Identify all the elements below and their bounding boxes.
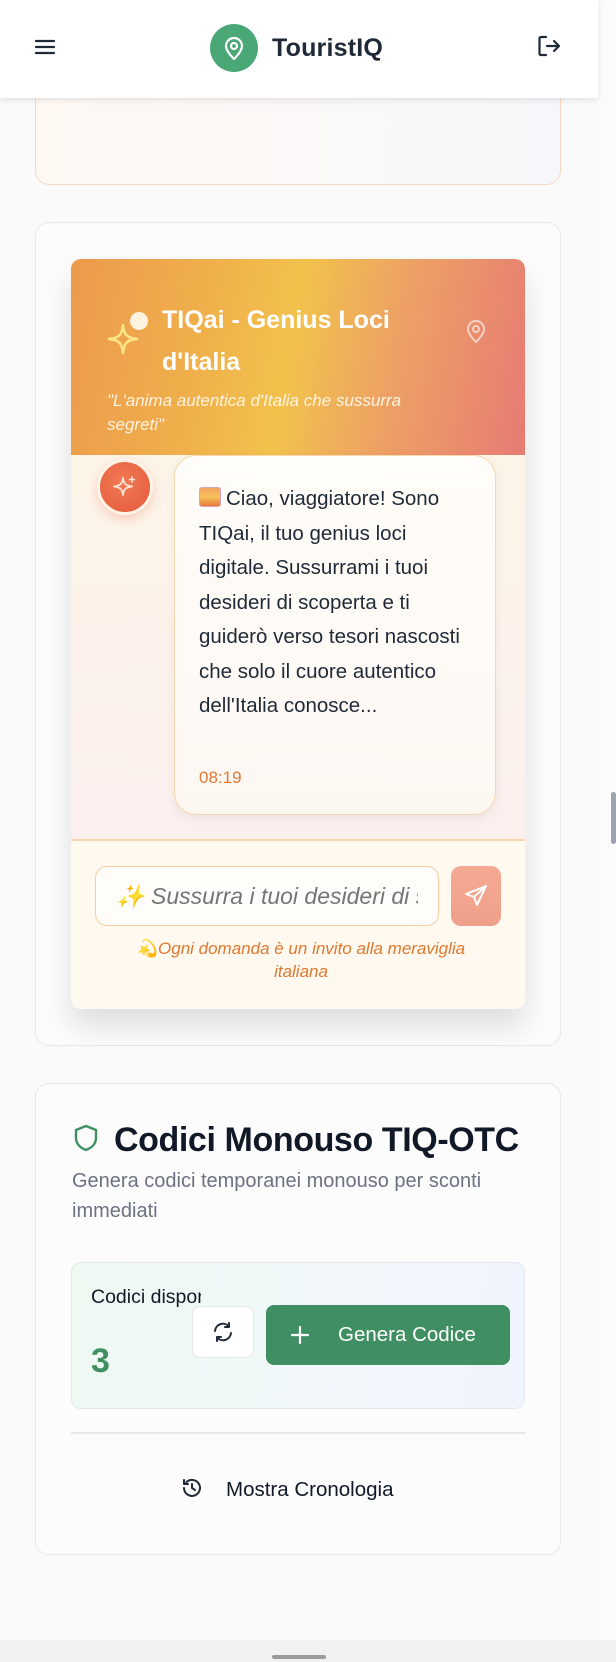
sparkles-icon bbox=[113, 476, 136, 496]
brand[interactable]: TouristIQ bbox=[210, 24, 383, 72]
available-codes-count: 3 bbox=[91, 1342, 110, 1380]
chat-body[interactable]: Ciao, viaggiatore! Sono TIQai, il tuo ge… bbox=[71, 455, 525, 839]
message-time: 08:19 bbox=[199, 768, 242, 787]
send-button[interactable] bbox=[451, 866, 501, 926]
app-header: TouristIQ bbox=[0, 0, 598, 98]
show-history-button[interactable]: Mostra Cronologia bbox=[180, 1470, 394, 1510]
map-pin-icon bbox=[464, 317, 490, 347]
message-content: Ciao, viaggiatore! Sono TIQai, il tuo ge… bbox=[199, 487, 460, 717]
tiqai-widget: TIQai - Genius Loci d'Italia "L'anima au… bbox=[71, 259, 525, 1009]
available-codes-label: Codici disponibili bbox=[91, 1286, 201, 1308]
sunrise-emoji bbox=[199, 487, 221, 507]
map-pin-icon bbox=[210, 24, 258, 72]
refresh-icon bbox=[214, 1322, 232, 1342]
otc-header: Codici Monouso TIQ-OTC bbox=[72, 1116, 519, 1164]
hamburger-menu-icon[interactable] bbox=[30, 32, 60, 62]
chat-hint: 💫Ogni domanda è un invito alla meravigli… bbox=[136, 939, 466, 981]
logout-icon[interactable] bbox=[535, 31, 565, 61]
shield-icon bbox=[72, 1123, 100, 1158]
home-indicator[interactable] bbox=[272, 1655, 326, 1659]
divider bbox=[71, 1432, 525, 1434]
bot-message: Ciao, viaggiatore! Sono TIQai, il tuo ge… bbox=[174, 455, 496, 815]
show-history-label: Mostra Cronologia bbox=[226, 1478, 394, 1501]
scrollbar-thumb[interactable] bbox=[611, 792, 616, 844]
message-text: Ciao, viaggiatore! Sono TIQai, il tuo ge… bbox=[199, 482, 481, 724]
tiqai-header: TIQai - Genius Loci d'Italia "L'anima au… bbox=[71, 259, 525, 455]
otc-description: Genera codici temporanei monouso per sco… bbox=[72, 1170, 482, 1222]
bot-avatar bbox=[97, 459, 153, 515]
send-icon bbox=[465, 885, 487, 906]
app-title: TouristIQ bbox=[272, 33, 384, 62]
plus-icon bbox=[288, 1323, 312, 1347]
tiqai-subtitle: "L'anima autentica d'Italia che sussurra… bbox=[107, 391, 402, 434]
refresh-button[interactable] bbox=[192, 1306, 254, 1358]
otc-title: Codici Monouso TIQ-OTC bbox=[114, 1120, 519, 1159]
chat-input[interactable] bbox=[95, 866, 439, 926]
chat-input-area: 💫Ogni domanda è un invito alla meravigli… bbox=[71, 841, 525, 1009]
generate-code-label: Genera Codice bbox=[338, 1323, 476, 1346]
history-icon bbox=[180, 1476, 204, 1505]
generate-code-button[interactable]: Genera Codice bbox=[266, 1305, 510, 1365]
tiqai-title: TIQai - Genius Loci d'Italia bbox=[162, 306, 390, 376]
previous-card bbox=[35, 90, 561, 185]
sparkles-icon bbox=[105, 309, 153, 359]
